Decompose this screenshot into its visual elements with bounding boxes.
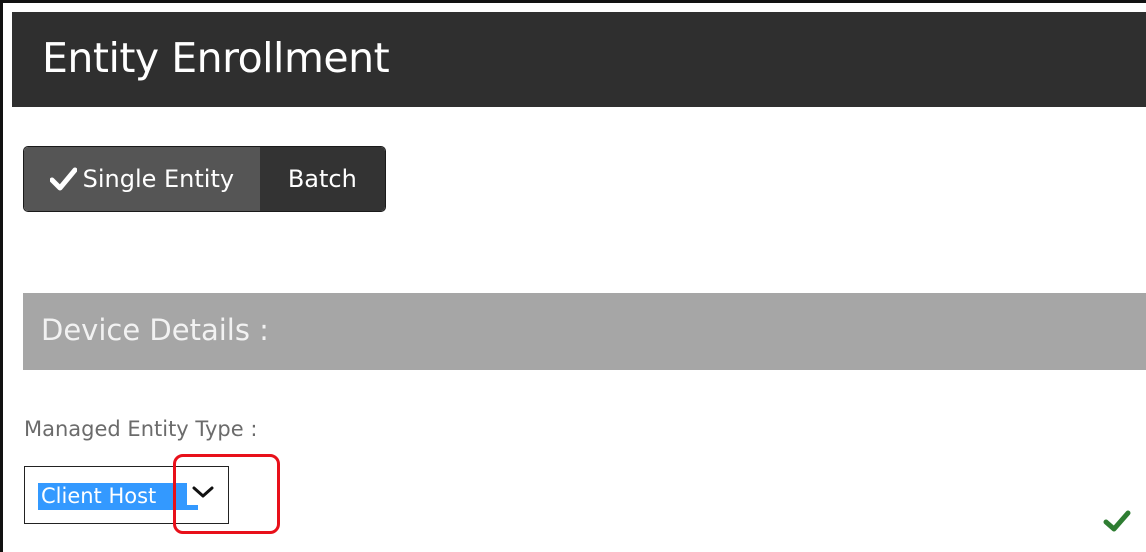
- section-title: Device Details :: [41, 313, 269, 347]
- page-header: Entity Enrollment: [12, 12, 1146, 107]
- batch-button[interactable]: Batch: [259, 147, 385, 211]
- enrollment-mode-toggle: Single Entity Batch: [23, 146, 386, 212]
- highlight-callout: [173, 454, 280, 534]
- app-window: Entity Enrollment Single Entity Batch De…: [0, 0, 1146, 552]
- single-entity-label: Single Entity: [82, 165, 235, 193]
- batch-label: Batch: [287, 165, 357, 193]
- single-entity-button[interactable]: Single Entity: [24, 147, 260, 211]
- entity-type-label: Managed Entity Type :: [24, 417, 258, 441]
- page-title: Entity Enrollment: [42, 34, 390, 82]
- device-details-header: Device Details :: [23, 293, 1146, 370]
- validation-checkmark-icon: [1103, 510, 1131, 532]
- checkmark-icon: [49, 167, 77, 191]
